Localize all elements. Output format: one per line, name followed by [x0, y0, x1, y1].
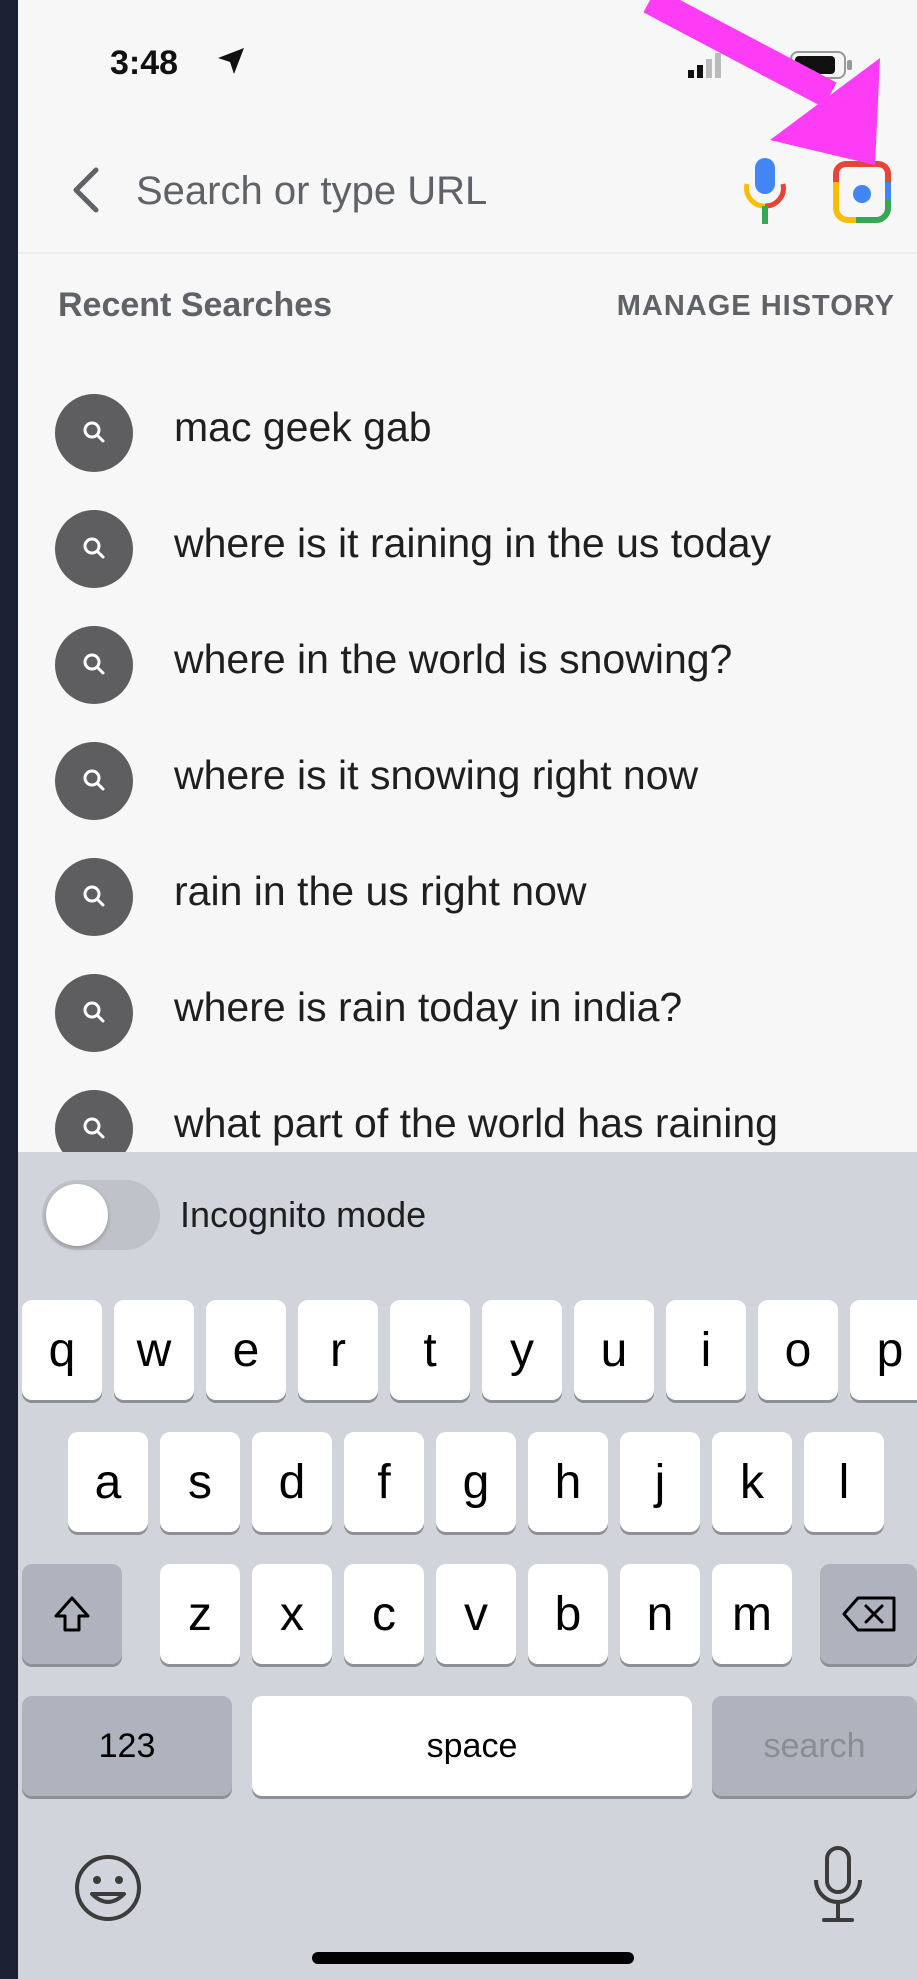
key-g[interactable]: g [436, 1432, 516, 1532]
key-x[interactable]: x [252, 1564, 332, 1664]
key-q[interactable]: q [22, 1300, 102, 1400]
keyboard: Incognito mode q w e r t y u i o p a s d… [18, 1152, 917, 1979]
key-r[interactable]: r [298, 1300, 378, 1400]
search-divider [18, 252, 917, 254]
key-b[interactable]: b [528, 1564, 608, 1664]
key-f[interactable]: f [344, 1432, 424, 1532]
list-item[interactable]: where in the world is snowing? [18, 618, 917, 718]
list-item[interactable]: where is it raining in the us today [18, 502, 917, 602]
backspace-icon [842, 1596, 895, 1632]
search-icon [55, 742, 133, 820]
search-icon [55, 858, 133, 936]
list-item-label: where is rain today in india? [174, 984, 683, 1030]
incognito-label: Incognito mode [180, 1194, 427, 1235]
cellular-signal-icon [688, 53, 721, 78]
search-icon [55, 626, 133, 704]
wifi-icon [747, 51, 779, 76]
emoji-icon[interactable] [72, 1852, 144, 1924]
key-j[interactable]: j [620, 1432, 700, 1532]
list-item-label: where in the world is snowing? [174, 636, 733, 682]
list-item[interactable]: mac geek gab [18, 386, 917, 486]
battery-icon [790, 51, 852, 79]
key-e[interactable]: e [206, 1300, 286, 1400]
recent-searches-title: Recent Searches [58, 286, 333, 324]
key-h[interactable]: h [528, 1432, 608, 1532]
status-bar: 3:48 [18, 0, 917, 120]
list-item[interactable]: where is it snowing right now [18, 734, 917, 834]
list-item-label: mac geek gab [174, 404, 432, 450]
phone-screen: 3:48 Search or type URL Recent Searches … [18, 0, 917, 1979]
key-t[interactable]: t [390, 1300, 470, 1400]
key-c[interactable]: c [344, 1564, 424, 1664]
key-o[interactable]: o [758, 1300, 838, 1400]
status-time: 3:48 [110, 44, 179, 82]
backspace-key[interactable] [820, 1564, 917, 1664]
key-a[interactable]: a [68, 1432, 148, 1532]
list-item[interactable]: rain in the us right now [18, 850, 917, 950]
home-indicator[interactable] [312, 1952, 634, 1964]
key-w[interactable]: w [114, 1300, 194, 1400]
space-key[interactable]: space [252, 1696, 692, 1796]
search-bar [18, 130, 917, 250]
list-item-label: where is it raining in the us today [174, 520, 772, 566]
key-u[interactable]: u [574, 1300, 654, 1400]
list-item-label: rain in the us right now [174, 868, 587, 914]
key-s[interactable]: s [160, 1432, 240, 1532]
search-input[interactable] [136, 156, 696, 226]
numbers-key[interactable]: 123 [22, 1696, 232, 1796]
google-lens-icon[interactable] [830, 160, 894, 224]
key-n[interactable]: n [620, 1564, 700, 1664]
key-i[interactable]: i [666, 1300, 746, 1400]
key-k[interactable]: k [712, 1432, 792, 1532]
search-key[interactable]: search [712, 1696, 917, 1796]
list-item[interactable]: where is rain today in india? [18, 966, 917, 1066]
screen: 3:48 Search or type URL Recent Searches … [0, 0, 917, 1979]
manage-history-link[interactable]: MANAGE HISTORY [617, 290, 895, 323]
key-v[interactable]: v [436, 1564, 516, 1664]
location-arrow-icon [218, 48, 244, 74]
list-item-label: where is it snowing right now [174, 752, 699, 798]
list-item-label: what part of the world has raining [174, 1100, 778, 1146]
shift-icon [54, 1596, 90, 1632]
key-y[interactable]: y [482, 1300, 562, 1400]
key-m[interactable]: m [712, 1564, 792, 1664]
search-icon [55, 394, 133, 472]
key-p[interactable]: p [850, 1300, 917, 1400]
google-mic-icon[interactable] [738, 154, 792, 230]
shift-key[interactable] [22, 1564, 122, 1664]
back-chevron-icon[interactable] [58, 158, 118, 222]
key-l[interactable]: l [804, 1432, 884, 1532]
search-icon [55, 974, 133, 1052]
incognito-toggle[interactable] [42, 1180, 160, 1250]
key-z[interactable]: z [160, 1564, 240, 1664]
key-d[interactable]: d [252, 1432, 332, 1532]
toggle-knob [46, 1184, 108, 1246]
search-icon [55, 510, 133, 588]
microphone-icon[interactable] [808, 1842, 868, 1928]
